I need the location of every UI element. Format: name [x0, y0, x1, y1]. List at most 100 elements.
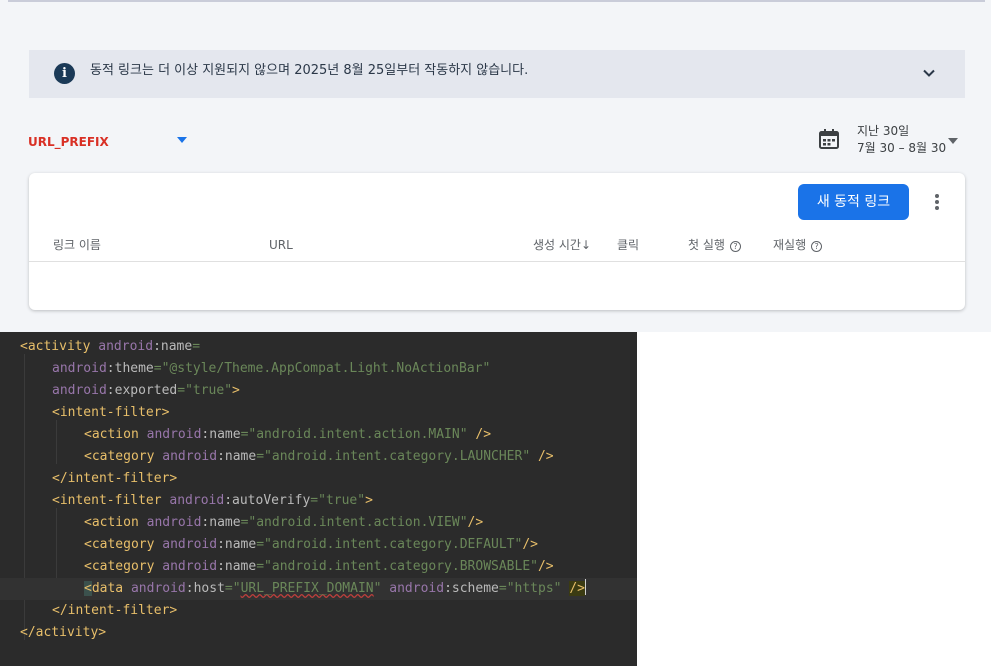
code-token: >: [232, 383, 240, 398]
code-line-text: android:theme="@style/Theme.AppCompat.Li…: [52, 358, 490, 380]
date-range-label[interactable]: 지난 30일: [857, 124, 909, 138]
code-token: :host: [185, 581, 225, 596]
code-token: />: [537, 449, 554, 464]
code-token: />: [569, 581, 585, 596]
chevron-down-icon[interactable]: [921, 65, 937, 81]
code-line-text: <data android:host="URL_PREFIX_DOMAIN" a…: [84, 578, 586, 600]
code-token: ="android.intent.category.LAUNCHER": [256, 449, 538, 464]
code-token: :name: [217, 559, 257, 574]
code-line-text: <category android:name="android.intent.c…: [84, 534, 538, 556]
code-line[interactable]: <intent-filter android:autoVerify="true"…: [0, 490, 637, 512]
code-line[interactable]: android:exported="true">: [0, 380, 637, 402]
code-line[interactable]: <category android:name="android.intent.c…: [0, 446, 637, 468]
code-token: ": [373, 581, 390, 596]
code-line-text: <category android:name="android.intent.c…: [84, 446, 554, 468]
code-token: />: [475, 427, 492, 442]
calendar-icon[interactable]: [818, 128, 840, 150]
deprecation-banner[interactable]: i 동적 링크는 더 이상 지원되지 않으며 2025년 8월 25일부터 작동…: [29, 50, 965, 98]
code-token: />: [522, 537, 538, 552]
code-line[interactable]: <category android:name="android.intent.c…: [0, 534, 637, 556]
code-token: <activity: [20, 339, 99, 354]
code-line-text: <action android:name="android.intent.act…: [84, 512, 483, 534]
code-token: =": [224, 581, 241, 596]
code-token: :name: [201, 427, 241, 442]
code-token: <intent-filter>: [52, 405, 170, 420]
column-reopens-label: 재실행: [773, 238, 807, 252]
code-token: android: [98, 339, 154, 354]
code-line-text: </activity>: [20, 622, 106, 644]
code-token: ="android.intent.category.BROWSABLE": [256, 559, 538, 574]
code-line[interactable]: </intent-filter>: [0, 600, 637, 622]
code-line-text: <category android:name="android.intent.c…: [84, 556, 554, 578]
code-line[interactable]: android:theme="@style/Theme.AppCompat.Li…: [0, 358, 637, 380]
code-editor[interactable]: <activity android:name= android:theme="@s…: [0, 332, 637, 666]
code-line[interactable]: <category android:name="android.intent.c…: [0, 556, 637, 578]
code-token: :theme: [106, 361, 154, 376]
code-line[interactable]: <action android:name="android.intent.act…: [0, 424, 637, 446]
code-token: android: [130, 581, 186, 596]
text-caret: [584, 579, 586, 595]
code-line[interactable]: <intent-filter>: [0, 402, 637, 424]
table-header-divider: [29, 261, 965, 262]
code-token: <category: [84, 537, 163, 552]
help-circle-icon[interactable]: ?: [729, 241, 741, 252]
new-dynamic-link-button[interactable]: 새 동적 링크: [798, 184, 909, 220]
code-token: ="true": [310, 493, 366, 508]
code-token: android: [52, 383, 107, 398]
code-token: android: [389, 581, 445, 596]
code-token: :name: [217, 449, 257, 464]
code-token: <category: [84, 559, 163, 574]
code-line[interactable]: <data android:host="URL_PREFIX_DOMAIN" a…: [0, 578, 637, 600]
dropdown-caret-icon[interactable]: [177, 137, 187, 143]
column-created-time[interactable]: 생성 시간↓: [533, 237, 591, 253]
info-icon: i: [54, 63, 75, 84]
date-range-caret-icon[interactable]: [948, 138, 958, 144]
column-created-time-label: 생성 시간: [533, 238, 581, 252]
code-token: <action: [84, 427, 147, 442]
column-first-opens-label: 첫 실행: [688, 238, 725, 252]
code-token: android: [169, 493, 225, 508]
code-token: :exported: [106, 383, 178, 398]
code-token: android: [146, 427, 202, 442]
code-token: android: [162, 537, 218, 552]
code-token: :scheme: [444, 581, 499, 596]
code-token: <action: [84, 515, 147, 530]
code-token: :autoVerify: [224, 493, 311, 508]
code-line-text: </intent-filter>: [52, 600, 177, 622]
code-token: data: [91, 581, 131, 596]
column-link-name: 링크 이름: [53, 238, 101, 252]
code-token: </intent-filter>: [52, 471, 178, 486]
code-line[interactable]: </intent-filter>: [0, 468, 637, 490]
code-line-text: </intent-filter>: [52, 468, 177, 490]
code-line-text: <intent-filter>: [52, 402, 169, 424]
column-first-opens: 첫 실행?: [688, 237, 741, 253]
banner-message: 동적 링크는 더 이상 지원되지 않으며 2025년 8월 25일부터 작동하지…: [90, 63, 529, 78]
code-line-text: <action android:name="android.intent.act…: [84, 424, 491, 446]
more-vert-icon[interactable]: [927, 189, 949, 215]
date-range-dates[interactable]: 7월 30 – 8월 30: [857, 141, 946, 155]
column-reopens: 재실행?: [773, 237, 823, 253]
code-token: android: [146, 515, 202, 530]
code-token: <intent-filter: [52, 493, 170, 508]
code-token: </activity>: [20, 625, 107, 640]
code-token: ="android.intent.category.DEFAULT": [256, 537, 523, 552]
sort-down-icon[interactable]: ↓: [581, 238, 591, 252]
top-divider: [8, 0, 985, 2]
code-token: >: [365, 493, 373, 508]
code-token: ="android.intent.action.VIEW": [240, 515, 468, 530]
code-line[interactable]: <activity android:name=: [0, 336, 637, 358]
code-line-text: android:exported="true">: [52, 380, 240, 402]
help-circle-icon[interactable]: ?: [811, 241, 823, 252]
code-token: :name: [201, 515, 241, 530]
code-line[interactable]: </activity>: [0, 622, 637, 644]
code-line[interactable]: <action android:name="android.intent.act…: [0, 512, 637, 534]
url-prefix-select[interactable]: URL_PREFIX: [28, 134, 109, 150]
code-token: android: [162, 559, 218, 574]
code-token: android: [52, 361, 107, 376]
code-line-text: <intent-filter android:autoVerify="true"…: [52, 490, 373, 512]
code-token: =: [192, 339, 201, 354]
code-token: URL_PREFIX_DOMAIN: [240, 581, 374, 596]
code-line-text: <activity android:name=: [20, 336, 200, 358]
code-token: ="https": [498, 581, 570, 596]
links-table-card: 새 동적 링크 링크 이름 URL 생성 시간↓ 클릭 첫 실행? 재실행?: [29, 173, 965, 310]
